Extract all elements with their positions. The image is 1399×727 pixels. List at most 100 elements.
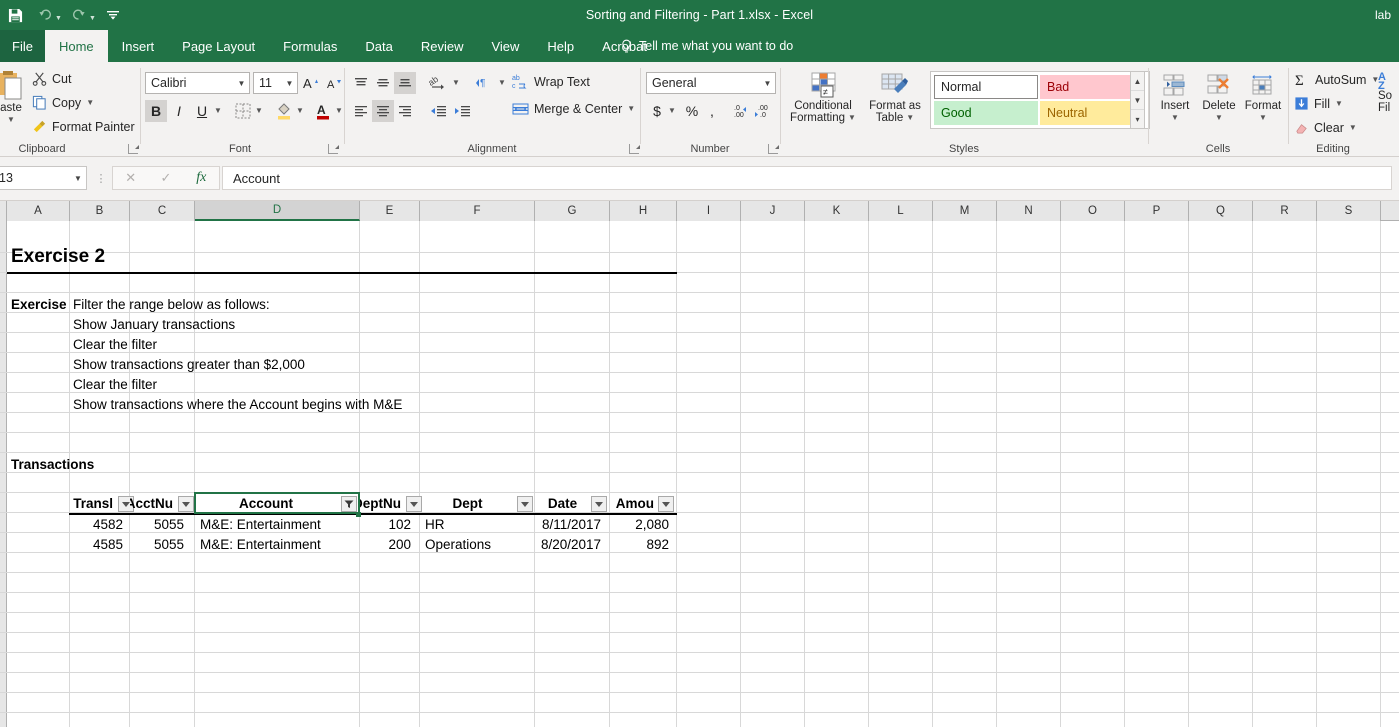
table-header-acctnum[interactable]: AcctNu	[130, 493, 177, 514]
column-header-o[interactable]: O	[1061, 201, 1125, 221]
column-header-d[interactable]: D	[195, 201, 360, 221]
table-header-transid[interactable]: Transl	[69, 493, 117, 514]
cell-account-r1[interactable]: M&E: Entertainment	[196, 514, 356, 534]
orientation-button[interactable]: ab	[426, 72, 450, 94]
sort-filter-button[interactable]: AZ So Fil	[1378, 70, 1399, 114]
clipboard-dialog-launcher[interactable]	[128, 144, 139, 154]
cell-style-neutral[interactable]: Neutral	[1040, 101, 1144, 125]
underline-button[interactable]: U	[191, 100, 213, 122]
font-size-dropdown-icon[interactable]: ▼	[282, 73, 297, 93]
filter-dropdown-date[interactable]	[591, 496, 607, 512]
fill-dropdown-icon[interactable]: ▼	[1335, 99, 1343, 108]
exercise-title[interactable]: Exercise 2	[7, 241, 307, 272]
autosum-button[interactable]: Σ AutoSum ▼	[1294, 72, 1379, 88]
number-dialog-launcher[interactable]	[768, 144, 779, 154]
tab-insert[interactable]: Insert	[108, 30, 169, 62]
font-color-button[interactable]: A	[312, 100, 334, 122]
column-header-p[interactable]: P	[1125, 201, 1189, 221]
formula-input[interactable]: Account	[222, 166, 1392, 190]
font-dialog-launcher[interactable]	[328, 144, 339, 154]
accounting-dropdown-icon[interactable]: ▼	[666, 100, 678, 122]
bold-button[interactable]: B	[145, 100, 167, 122]
tab-data[interactable]: Data	[351, 30, 406, 62]
cell-date-r1[interactable]: 8/11/2017	[535, 514, 605, 534]
styles-scroll-up-icon[interactable]: ▲	[1131, 72, 1144, 91]
cell-deptnum-r2[interactable]: 200	[360, 534, 415, 554]
text-direction-button[interactable]: ¶	[472, 72, 496, 94]
borders-button[interactable]	[232, 100, 254, 122]
column-header-j[interactable]: J	[741, 201, 805, 221]
cell-amount-r2[interactable]: 892	[610, 534, 673, 554]
delete-cells-dropdown-icon[interactable]: ▼	[1215, 113, 1223, 122]
column-header-l[interactable]: L	[869, 201, 933, 221]
column-header-b[interactable]: B	[70, 201, 130, 221]
column-header-s[interactable]: S	[1317, 201, 1381, 221]
italic-button[interactable]: I	[168, 100, 190, 122]
tab-file[interactable]: File	[0, 30, 45, 62]
cell-transid-r1[interactable]: 4582	[69, 514, 127, 534]
table-header-date[interactable]: Date	[535, 493, 590, 514]
wrap-text-button[interactable]: ab c Wrap Text	[512, 73, 590, 91]
orientation-dropdown-icon[interactable]: ▼	[450, 72, 462, 94]
styles-gallery-more-icon[interactable]: ▾	[1131, 110, 1144, 128]
exercise-label[interactable]: Exercise	[7, 294, 69, 314]
decrease-indent-button[interactable]	[426, 100, 450, 122]
underline-dropdown-icon[interactable]: ▼	[212, 100, 224, 122]
align-right-button[interactable]	[394, 100, 416, 122]
merge-center-dropdown-icon[interactable]: ▼	[627, 105, 635, 113]
styles-gallery-scrollbar[interactable]: ▲ ▼ ▾	[1130, 71, 1145, 129]
exercise-step-2[interactable]: Show January transactions	[69, 314, 499, 334]
table-header-deptnum[interactable]: DeptNu	[360, 493, 405, 514]
number-format-dropdown-icon[interactable]: ▼	[760, 73, 775, 93]
format-cells-dropdown-icon[interactable]: ▼	[1259, 113, 1267, 122]
column-header-r[interactable]: R	[1253, 201, 1317, 221]
tell-me-box[interactable]: Tell me what you want to do	[620, 30, 793, 62]
exercise-step-6[interactable]: Show transactions where the Account begi…	[69, 394, 499, 414]
fill-color-dropdown-icon[interactable]: ▼	[294, 100, 306, 122]
cell-amount-r1[interactable]: 2,080	[610, 514, 673, 534]
align-bottom-button[interactable]	[394, 72, 416, 94]
name-box-dropdown-icon[interactable]: ▼	[70, 174, 86, 183]
borders-dropdown-icon[interactable]: ▼	[253, 100, 265, 122]
align-middle-button[interactable]	[372, 72, 394, 94]
increase-decimal-button[interactable]: .0.00	[730, 100, 754, 122]
cell-date-r2[interactable]: 8/20/2017	[535, 534, 605, 554]
cell-transid-r2[interactable]: 4585	[69, 534, 127, 554]
exercise-step-5[interactable]: Clear the filter	[69, 374, 499, 394]
exercise-step-3[interactable]: Clear the filter	[69, 334, 499, 354]
copy-dropdown-icon[interactable]: ▼	[86, 98, 94, 107]
insert-function-icon[interactable]: fx	[184, 167, 219, 189]
conditional-formatting-dropdown-icon[interactable]: ▼	[848, 114, 856, 122]
tab-formulas[interactable]: Formulas	[269, 30, 351, 62]
select-all-corner[interactable]	[0, 201, 7, 221]
align-top-button[interactable]	[350, 72, 372, 94]
account-name[interactable]: lab	[1375, 0, 1391, 30]
column-header-m[interactable]: M	[933, 201, 997, 221]
delete-cells-button[interactable]: Delete ▼	[1197, 74, 1241, 122]
fill-color-button[interactable]	[273, 100, 295, 122]
confirm-entry-icon[interactable]: ✓	[148, 167, 183, 189]
copy-button[interactable]: Copy ▼	[32, 95, 94, 110]
cell-styles-gallery[interactable]: Normal Bad Good Neutral	[930, 71, 1150, 129]
column-header-i[interactable]: I	[677, 201, 741, 221]
filter-dropdown-acctnum[interactable]	[178, 496, 194, 512]
format-as-table-dropdown-icon[interactable]: ▼	[906, 114, 914, 122]
formula-bar-grip[interactable]: ⋮	[96, 170, 107, 186]
grow-font-button[interactable]: A	[300, 72, 322, 94]
align-center-button[interactable]	[372, 100, 394, 122]
merge-center-button[interactable]: Merge & Center ▼	[512, 101, 635, 117]
paste-button[interactable]: aste ▼	[0, 70, 34, 124]
paste-dropdown-icon[interactable]: ▼	[7, 115, 15, 124]
conditional-formatting-button[interactable]: ≠ Conditional Formatting ▼	[786, 72, 860, 124]
increase-indent-button[interactable]	[450, 100, 474, 122]
column-header-n[interactable]: N	[997, 201, 1061, 221]
cell-dept-r2[interactable]: Operations	[421, 534, 531, 554]
decrease-decimal-button[interactable]: .00.0	[752, 100, 776, 122]
clear-dropdown-icon[interactable]: ▼	[1349, 123, 1357, 132]
font-size-input[interactable]: 11 ▼	[253, 72, 298, 94]
filter-dropdown-dept[interactable]	[517, 496, 533, 512]
filter-dropdown-amount[interactable]	[658, 496, 674, 512]
cell-style-good[interactable]: Good	[934, 101, 1038, 125]
alignment-dialog-launcher[interactable]	[629, 144, 640, 154]
table-header-dept[interactable]: Dept	[420, 493, 515, 514]
